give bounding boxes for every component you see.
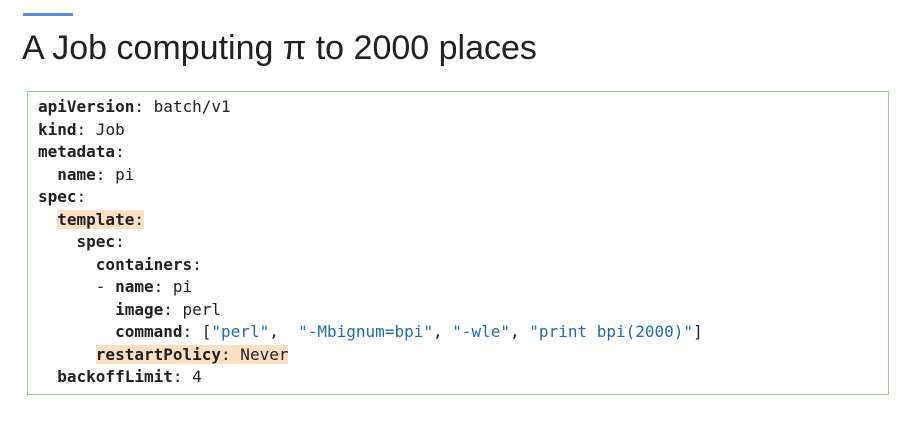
- code-line-restartpolicy: restartPolicy: Never: [38, 344, 703, 367]
- yaml-value: pi: [163, 277, 193, 296]
- yaml-key: name: [57, 164, 96, 184]
- code-line-kind: kind: Job: [38, 119, 703, 142]
- code-line-image: image: perl: [38, 299, 703, 322]
- yaml-value: batch/v1: [143, 97, 231, 116]
- yaml-separator: ,: [510, 322, 530, 341]
- yaml-key: backoffLimit: [57, 367, 173, 386]
- code-line-container-name: - name: pi: [38, 276, 703, 299]
- yaml-indent: [38, 255, 96, 274]
- yaml-colon: :: [221, 344, 231, 364]
- yaml-key: image: [115, 299, 164, 319]
- yaml-key: command: [115, 322, 183, 341]
- yaml-bracket: ]: [693, 322, 703, 341]
- yaml-colon: :: [95, 164, 106, 184]
- code-line-template: template:: [38, 209, 703, 232]
- yaml-colon: :: [153, 277, 164, 296]
- code-line-spec: spec:: [38, 186, 703, 209]
- yaml-key: kind: [38, 119, 77, 139]
- code-line-metadata: metadata:: [38, 141, 703, 164]
- yaml-indent: [38, 210, 57, 229]
- yaml-colon: :: [163, 299, 173, 319]
- yaml-indent: [38, 165, 57, 184]
- yaml-colon: :: [115, 142, 125, 161]
- restartpolicy-highlight: restartPolicy: Never: [95, 344, 289, 364]
- yaml-indent: [38, 345, 96, 364]
- yaml-separator: ,: [269, 322, 299, 341]
- yaml-string: "print bpi(2000)": [529, 322, 694, 341]
- code-line-backofflimit: backoffLimit: 4: [38, 366, 703, 389]
- yaml-value: pi: [105, 164, 135, 184]
- yaml-key: containers: [95, 254, 193, 274]
- code-line-command: command: ["perl", "-Mbignum=bpi", "-wle"…: [38, 321, 703, 344]
- yaml-colon: :: [192, 254, 202, 274]
- yaml-string: "perl": [211, 322, 270, 341]
- yaml-key: name: [115, 277, 154, 296]
- yaml-key: spec: [38, 187, 77, 206]
- yaml-key: restartPolicy: [95, 344, 222, 364]
- code-line-template-spec: spec:: [38, 231, 703, 254]
- code-line-metadata-name: name: pi: [38, 164, 703, 187]
- code-block: apiVersion: batch/v1 kind: Job metadata:…: [27, 91, 889, 395]
- yaml-value: 4: [182, 367, 202, 386]
- yaml-indent: [38, 367, 57, 386]
- slide-title: A Job computing π to 2000 places: [22, 29, 537, 67]
- yaml-value: Never: [230, 344, 289, 364]
- yaml-colon: :: [182, 322, 193, 341]
- yaml-string: "-wle": [452, 322, 511, 341]
- title-accent-line: [23, 13, 73, 16]
- yaml-key: template: [57, 209, 135, 229]
- yaml-colon: :: [134, 209, 144, 229]
- yaml-value: Job: [86, 119, 125, 139]
- template-highlight: template:: [57, 209, 144, 229]
- yaml-colon: :: [76, 119, 87, 139]
- yaml-key: spec: [76, 232, 116, 251]
- yaml-indent: [38, 322, 115, 341]
- yaml-list-dash: -: [38, 277, 116, 296]
- yaml-separator: ,: [432, 322, 453, 341]
- yaml-colon: :: [134, 97, 144, 116]
- yaml-colon: :: [76, 187, 87, 206]
- yaml-colon: :: [115, 232, 125, 251]
- yaml-indent: [38, 300, 115, 319]
- yaml-indent: [38, 232, 77, 251]
- yaml-key: metadata: [38, 142, 116, 161]
- yaml-value: perl: [172, 299, 222, 319]
- yaml-string: "-Mbignum=bpi": [298, 322, 433, 341]
- yaml-colon: :: [172, 367, 183, 386]
- code-line-apiversion: apiVersion: batch/v1: [38, 96, 703, 119]
- yaml-key: apiVersion: [38, 97, 135, 116]
- code-line-containers: containers:: [38, 254, 703, 277]
- yaml-bracket: [: [192, 322, 212, 341]
- yaml-listing: apiVersion: batch/v1 kind: Job metadata:…: [38, 96, 703, 389]
